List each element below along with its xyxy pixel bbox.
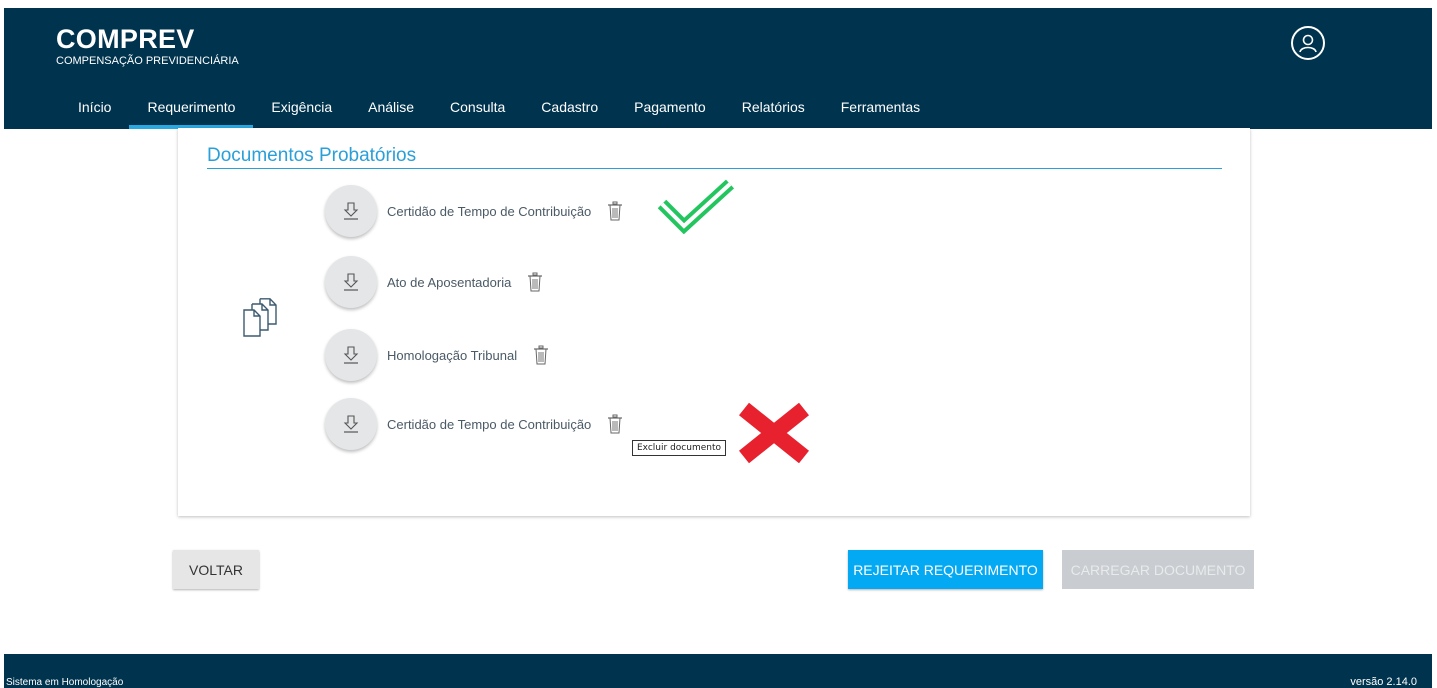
brand[interactable]: COMPREV COMPENSAÇÃO PREVIDENCIÁRIA [56,24,239,68]
section-title: Documentos Probatórios [207,145,417,166]
download-icon [343,202,359,220]
delete-document-button[interactable] [607,201,623,221]
app-subtitle: COMPENSAÇÃO PREVIDENCIÁRIA [56,55,239,67]
nav-item-analise[interactable]: Análise [350,92,432,129]
trash-icon [608,414,623,434]
download-button[interactable] [325,398,377,450]
nav-item-cadastro[interactable]: Cadastro [523,92,616,129]
document-row: Homologação Tribunal [325,329,549,381]
document-name: Ato de Aposentadoria [387,274,512,290]
user-icon [1299,34,1317,53]
main-nav: Início Requerimento Exigência Análise Co… [60,92,938,129]
section-divider [207,168,1222,169]
document-name: Homologação Tribunal [387,347,518,363]
document-row: Certidão de Tempo de Contribuição [325,185,623,237]
delete-document-button[interactable] [607,414,623,434]
rejeitar-requerimento-button[interactable]: REJEITAR REQUERIMENTO [848,550,1043,589]
nav-item-pagamento[interactable]: Pagamento [616,92,724,129]
download-button[interactable] [325,256,377,308]
trash-icon [528,272,543,292]
document-name: Certidão de Tempo de Contribuição [387,203,592,219]
documents-card: Documentos Probatórios Certidão de Tempo… [178,128,1250,516]
download-button[interactable] [325,329,377,381]
checkmark-icon [658,179,735,234]
trash-icon [608,201,623,221]
carregar-documento-button[interactable]: CARREGAR DOCUMENTO [1062,550,1254,589]
app-title: COMPREV [56,24,195,54]
nav-item-consulta[interactable]: Consulta [432,92,523,129]
nav-item-requerimento[interactable]: Requerimento [129,92,254,129]
tooltip: Excluir documento [632,440,726,456]
nav-item-ferramentas[interactable]: Ferramentas [823,92,938,129]
download-icon [343,346,359,364]
nav-item-relatorios[interactable]: Relatórios [724,92,823,129]
app-header: COMPREV COMPENSAÇÃO PREVIDENCIÁRIA Iníci… [4,8,1432,129]
delete-document-button[interactable] [533,345,549,365]
download-icon [343,415,359,433]
download-icon [343,273,359,291]
document-name: Certidão de Tempo de Contribuição [387,416,592,432]
delete-document-button[interactable] [527,272,543,292]
document-row: Ato de Aposentadoria [325,256,543,308]
documents-icon [243,298,277,337]
version-label: versão 2.14.0 [1350,676,1417,688]
nav-item-exigencia[interactable]: Exigência [253,92,350,129]
user-account-button[interactable] [1291,26,1325,60]
nav-item-inicio[interactable]: Início [60,92,129,129]
document-row: Certidão de Tempo de Contribuição [325,398,623,450]
download-button[interactable] [325,185,377,237]
cross-icon [739,403,809,463]
voltar-button[interactable]: VOLTAR [173,550,259,589]
app-footer: Sistema em Homologação versão 2.14.0 [4,654,1432,688]
trash-icon [534,345,549,365]
environment-label: Sistema em Homologação [6,677,124,688]
